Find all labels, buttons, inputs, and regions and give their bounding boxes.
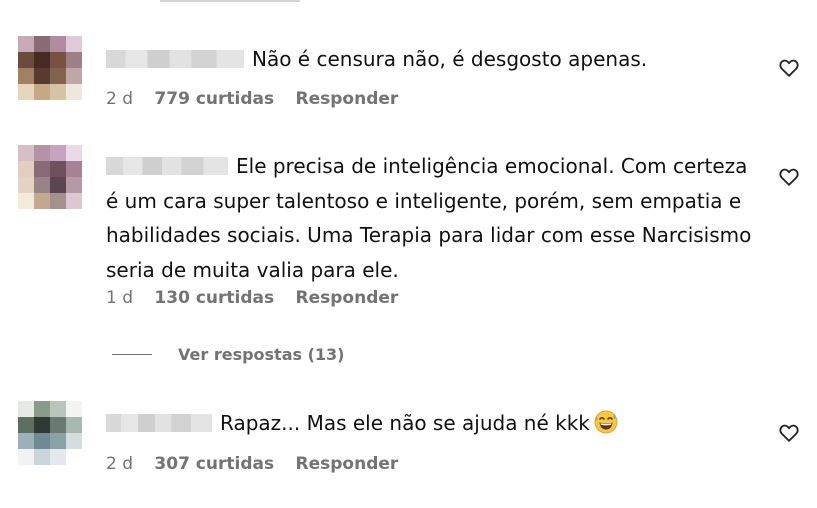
username-blurred[interactable] <box>106 50 244 68</box>
comment-text-block: Rapaz... Mas ele não se ajuda né kkk <box>106 406 756 441</box>
username-blurred[interactable] <box>106 157 228 175</box>
heart-icon[interactable] <box>778 57 800 79</box>
heart-icon[interactable] <box>778 166 800 188</box>
comment-meta: 1 d 130 curtidas Responder <box>106 288 398 308</box>
grinning-sweat-emoji-icon <box>594 410 618 434</box>
previous-comment-fragment <box>160 0 360 2</box>
comment-meta: 2 d 779 curtidas Responder <box>106 89 398 109</box>
comment-meta: 2 d 307 curtidas Responder <box>106 454 398 474</box>
comment-time: 2 d <box>106 89 134 109</box>
reply-button[interactable]: Responder <box>296 288 399 308</box>
likes-count[interactable]: 779 curtidas <box>154 89 274 109</box>
comment-time: 1 d <box>106 288 134 308</box>
divider-line <box>112 354 152 355</box>
comment-text: Não é censura não, é desgosto apenas. <box>252 47 648 71</box>
comment-time: 2 d <box>106 454 134 474</box>
heart-icon[interactable] <box>778 422 800 444</box>
likes-count[interactable]: 130 curtidas <box>154 288 274 308</box>
username-blurred[interactable] <box>106 414 212 432</box>
avatar[interactable] <box>18 401 82 465</box>
view-replies-button[interactable]: Ver respostas (13) <box>112 345 344 364</box>
reply-button[interactable]: Responder <box>296 454 399 474</box>
reply-button[interactable]: Responder <box>296 89 399 109</box>
avatar[interactable] <box>18 145 82 209</box>
comment-text-block: Ele precisa de inteligência emocional. C… <box>106 149 756 287</box>
likes-count[interactable]: 307 curtidas <box>154 454 274 474</box>
comment-text: Rapaz... Mas ele não se ajuda né kkk <box>220 411 590 435</box>
comment-text-block: Não é censura não, é desgosto apenas. <box>106 42 756 77</box>
avatar[interactable] <box>18 36 82 100</box>
view-replies-label: Ver respostas (13) <box>178 345 345 364</box>
